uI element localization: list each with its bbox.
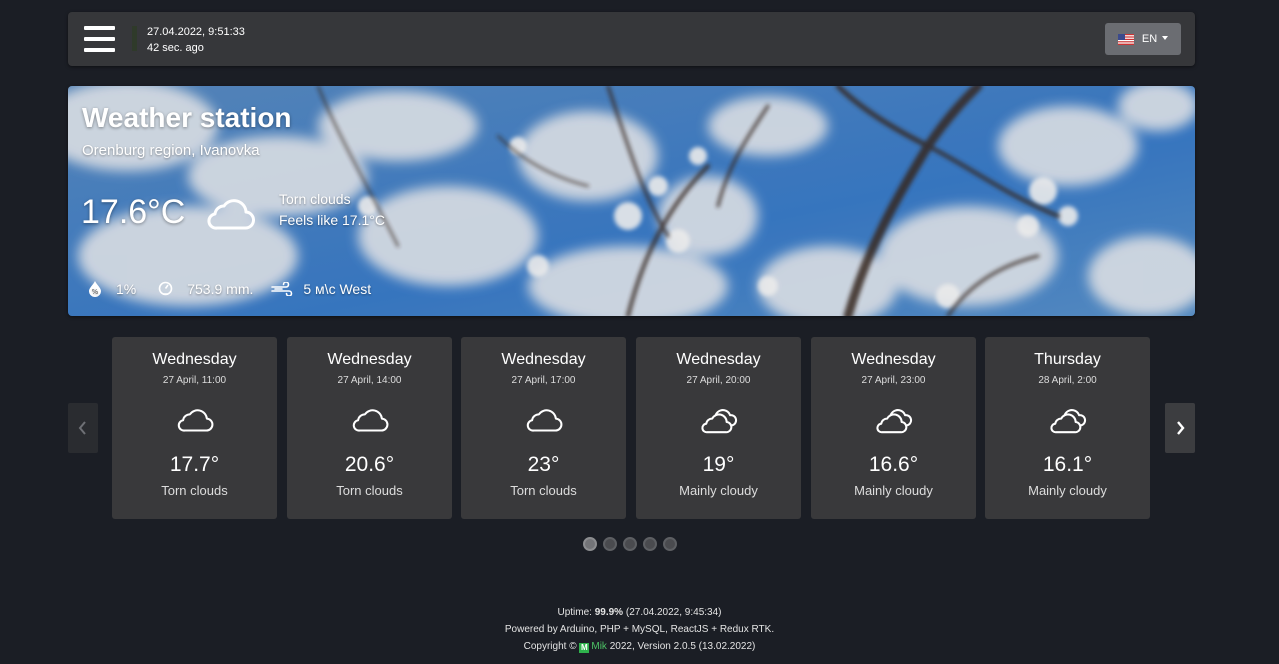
current-stats: % 1% 753.9 mm. 5 м\с West [88,280,371,297]
forecast-temperature: 20.6° [344,453,395,476]
update-info: 27.04.2022, 9:51:33 42 sec. ago [147,24,245,56]
carousel-prev-button[interactable] [68,403,98,453]
forecast-condition: Torn clouds [510,483,577,498]
forecast-day: Wednesday [501,351,586,368]
footer: Uptime: 99.9% (27.04.2022, 9:45:34) Powe… [0,604,1279,655]
condition-block: Torn clouds Feels like 17.1°C [279,189,385,231]
powered-by: Powered by Arduino, PHP + MySQL, ReactJS… [504,624,775,635]
update-datetime: 27.04.2022, 9:51:33 [147,26,245,38]
pagination-dot[interactable] [623,537,637,551]
wind-icon [271,281,293,296]
clouds-icon [875,409,912,434]
author-logo-icon: M [579,643,590,653]
forecast-card: Thursday 28 April, 2:00 16.1° Mainly cloudy [985,337,1150,519]
language-dropdown[interactable]: EN [1105,23,1181,55]
page-title: Weather station [82,102,292,133]
forecast-temperature: 23° [527,453,560,476]
forecast-condition: Torn clouds [336,483,403,498]
pressure-value: 753.9 mm. [187,280,254,297]
caret-down-icon [1162,35,1169,40]
forecast-condition: Mainly cloudy [679,483,758,498]
feels-like: Feels like 17.1°C [279,212,385,228]
pagination-dot[interactable] [663,537,677,551]
humidity-stat: % 1% [88,280,136,297]
forecast-day: Thursday [1034,351,1101,368]
forecast-date: 27 April, 11:00 [162,375,227,386]
forecast-card: Wednesday 27 April, 20:00 19° Mainly cloudy [636,337,801,519]
uptime-line: Uptime: 99.9% (27.04.2022, 9:45:34) [0,604,1279,621]
pagination-dot[interactable] [583,537,597,551]
hamburger-menu-button[interactable] [84,25,115,53]
wind-stat: 5 м\с West [271,281,371,297]
language-label: EN [1141,33,1158,45]
wind-value: 5 м\с West [303,280,372,297]
cloud-icon [526,409,562,432]
forecast-day: Wednesday [851,351,936,368]
forecast-card: Wednesday 27 April, 11:00 17.7° Torn clouds [112,337,277,519]
pagination-dot[interactable] [603,537,617,551]
forecast-day: Wednesday [152,351,237,368]
carousel-pagination [583,537,677,551]
uptime-value: 99.9% [594,607,624,618]
connection-indicator [132,26,137,51]
clouds-icon [700,409,737,434]
forecast-condition: Mainly cloudy [1028,483,1107,498]
forecast-card: Wednesday 27 April, 23:00 16.6° Mainly clou… [811,337,976,519]
forecast-condition: Mainly cloudy [854,483,933,498]
forecast-date: 27 April, 23:00 [861,375,926,386]
forecast-condition: Torn clouds [161,483,228,498]
forecast-date: 27 April, 20:00 [686,375,751,386]
copyright-prefix: Copyright © [523,641,577,652]
current-condition: Torn clouds [279,191,351,207]
chevron-right-icon [1177,421,1185,435]
chevron-left-icon [78,421,86,435]
current-weather-panel: Weather station Orenburg region, Ivanovk… [68,86,1195,316]
clouds-icon [1049,409,1086,434]
location-label: Orenburg region, Ivanovka [82,142,260,159]
forecast-day: Wednesday [676,351,761,368]
forecast-date: 27 April, 14:00 [337,375,402,386]
uptime-since: (27.04.2022, 9:45:34) [625,607,722,618]
uptime-label: Uptime: [557,607,592,618]
top-bar: 27.04.2022, 9:51:33 42 sec. ago EN [68,12,1195,66]
update-ago: 42 sec. ago [147,42,204,54]
cloud-icon [352,409,388,432]
copyright-line: Copyright © M Mik 2022, Version 2.0.5 (13… [0,638,1279,655]
forecast-date: 27 April, 17:00 [511,375,576,386]
cloud-icon [177,409,213,432]
pressure-gauge-icon [158,281,173,296]
forecast-card: Wednesday 27 April, 17:00 23° Torn clouds [461,337,626,519]
pressure-stat: 753.9 mm. [158,281,253,297]
copyright-suffix: 2022, Version 2.0.5 (13.02.2022) [609,641,756,652]
forecast-temperature: 16.6° [868,453,919,476]
author-link[interactable]: Mik [591,641,607,652]
forecast-temperature: 16.1° [1042,453,1093,476]
us-flag-icon [1117,33,1134,45]
forecast-day: Wednesday [327,351,412,368]
forecast-date: 28 April, 2:00 [1038,375,1097,386]
humidity-value: 1% [116,280,137,297]
current-temperature: 17.6°C [81,193,186,231]
forecast-temperature: 19° [702,453,735,476]
humidity-icon: % [89,281,101,297]
forecast-card: Wednesday 27 April, 14:00 20.6° Torn clouds [287,337,452,519]
carousel-next-button[interactable] [1165,403,1195,453]
cloud-icon [207,199,255,230]
pagination-dot[interactable] [643,537,657,551]
svg-text:%: % [92,288,99,296]
forecast-temperature: 17.7° [169,453,220,476]
